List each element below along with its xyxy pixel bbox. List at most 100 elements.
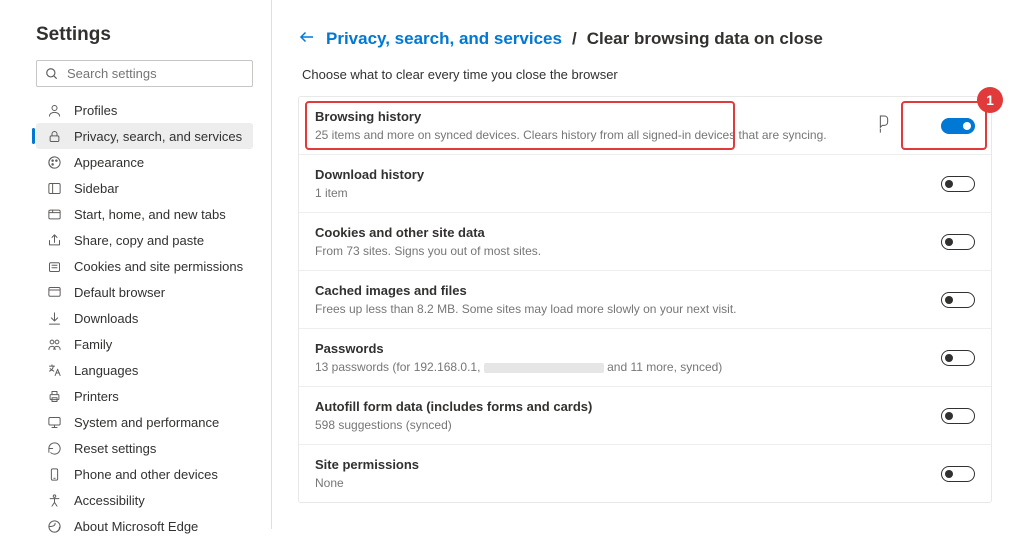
- sidebar-item-label: Family: [74, 337, 112, 352]
- sidebar-item-family[interactable]: Family: [36, 331, 253, 357]
- sidebar-item-printer[interactable]: Printers: [36, 383, 253, 409]
- toggle-switch[interactable]: [941, 466, 975, 482]
- annotation-badge: 1: [977, 87, 1003, 113]
- option-description: 598 suggestions (synced): [315, 418, 941, 432]
- printer-icon: [46, 388, 62, 404]
- sidebar-item-sidebar[interactable]: Sidebar: [36, 175, 253, 201]
- option-row: Cookies and other site data From 73 sites…: [299, 212, 991, 270]
- option-text: Browsing history 25 items and more on syn…: [315, 109, 941, 142]
- option-title: Cookies and other site data: [315, 225, 941, 240]
- option-text: Autofill form data (includes forms and c…: [315, 399, 941, 432]
- option-text: Site permissions None: [315, 457, 941, 490]
- cookies-icon: [46, 258, 62, 274]
- toggle-switch[interactable]: [941, 176, 975, 192]
- option-text: Cached images and files Frees up less tha…: [315, 283, 941, 316]
- sidebar-item-label: Profiles: [74, 103, 117, 118]
- lock-icon: [46, 128, 62, 144]
- option-description: None: [315, 476, 941, 490]
- family-icon: [46, 336, 62, 352]
- option-description: 25 items and more on synced devices. Cle…: [315, 128, 941, 142]
- toggle-switch[interactable]: [941, 408, 975, 424]
- access-icon: [46, 492, 62, 508]
- appearance-icon: [46, 154, 62, 170]
- sidebar-item-label: Appearance: [74, 155, 144, 170]
- sidebar-item-lang[interactable]: Languages: [36, 357, 253, 383]
- sidebar-item-browser[interactable]: Default browser: [36, 279, 253, 305]
- sidebar-item-label: System and performance: [74, 415, 219, 430]
- option-row: Passwords 13 passwords (for 192.168.0.1, …: [299, 328, 991, 386]
- option-row: Cached images and files Frees up less tha…: [299, 270, 991, 328]
- sidebar-item-reset[interactable]: Reset settings: [36, 435, 253, 461]
- sidebar-item-edge[interactable]: About Microsoft Edge: [36, 513, 253, 539]
- toggle-switch[interactable]: [941, 234, 975, 250]
- breadcrumb-separator: /: [572, 29, 577, 49]
- toggle-switch[interactable]: [941, 118, 975, 134]
- breadcrumb-link[interactable]: Privacy, search, and services: [326, 29, 562, 49]
- option-text: Download history 1 item: [315, 167, 941, 200]
- option-title: Browsing history: [315, 109, 941, 124]
- settings-sidebar: Settings Profiles Privacy, search, and se…: [0, 0, 272, 529]
- option-title: Autofill form data (includes forms and c…: [315, 399, 941, 414]
- share-icon: [46, 232, 62, 248]
- edge-icon: [46, 518, 62, 534]
- option-title: Cached images and files: [315, 283, 941, 298]
- search-icon: [45, 67, 59, 81]
- sidebar-item-label: Reset settings: [74, 441, 156, 456]
- sidebar-item-label: Privacy, search, and services: [74, 129, 242, 144]
- perf-icon: [46, 414, 62, 430]
- sidebar-item-phone[interactable]: Phone and other devices: [36, 461, 253, 487]
- sidebar-item-label: Downloads: [74, 311, 138, 326]
- sidebar-item-profile[interactable]: Profiles: [36, 97, 253, 123]
- settings-title: Settings: [36, 24, 253, 46]
- toggle-switch[interactable]: [941, 350, 975, 366]
- profile-icon: [46, 102, 62, 118]
- option-title: Passwords: [315, 341, 941, 356]
- sidebar-item-perf[interactable]: System and performance: [36, 409, 253, 435]
- toggle-switch[interactable]: [941, 292, 975, 308]
- sidebar-item-share[interactable]: Share, copy and paste: [36, 227, 253, 253]
- breadcrumb: Privacy, search, and services / Clear br…: [298, 28, 992, 49]
- lang-icon: [46, 362, 62, 378]
- sidebar-icon: [46, 180, 62, 196]
- option-row: Download history 1 item: [299, 154, 991, 212]
- phone-icon: [46, 466, 62, 482]
- sidebar-item-cookies[interactable]: Cookies and site permissions: [36, 253, 253, 279]
- option-title: Download history: [315, 167, 941, 182]
- reset-icon: [46, 440, 62, 456]
- settings-nav: Profiles Privacy, search, and services App…: [36, 97, 253, 539]
- sidebar-item-label: Share, copy and paste: [74, 233, 204, 248]
- sidebar-item-label: Sidebar: [74, 181, 119, 196]
- tabs-icon: [46, 206, 62, 222]
- download-icon: [46, 310, 62, 326]
- browser-icon: [46, 284, 62, 300]
- sidebar-item-label: Default browser: [74, 285, 165, 300]
- clear-data-options: Browsing history 25 items and more on syn…: [298, 96, 992, 503]
- page-subtitle: Choose what to clear every time you clos…: [302, 67, 992, 82]
- search-input[interactable]: [67, 66, 244, 81]
- option-description: Frees up less than 8.2 MB. Some sites ma…: [315, 302, 941, 316]
- option-row: Browsing history 25 items and more on syn…: [299, 97, 991, 154]
- redacted-text: [484, 363, 604, 373]
- breadcrumb-current: Clear browsing data on close: [587, 29, 823, 49]
- option-description: 1 item: [315, 186, 941, 200]
- option-description: From 73 sites. Signs you out of most sit…: [315, 244, 941, 258]
- sidebar-item-label: About Microsoft Edge: [74, 519, 198, 534]
- sidebar-item-download[interactable]: Downloads: [36, 305, 253, 331]
- option-row: Autofill form data (includes forms and c…: [299, 386, 991, 444]
- sidebar-item-tabs[interactable]: Start, home, and new tabs: [36, 201, 253, 227]
- option-text: Cookies and other site data From 73 sites…: [315, 225, 941, 258]
- option-description: 13 passwords (for 192.168.0.1, and 11 mo…: [315, 360, 941, 374]
- sidebar-item-label: Start, home, and new tabs: [74, 207, 226, 222]
- option-title: Site permissions: [315, 457, 941, 472]
- sidebar-item-label: Phone and other devices: [74, 467, 218, 482]
- settings-main: Privacy, search, and services / Clear br…: [272, 0, 1024, 529]
- sidebar-item-label: Cookies and site permissions: [74, 259, 243, 274]
- back-arrow-icon[interactable]: [298, 28, 316, 49]
- sidebar-item-label: Accessibility: [74, 493, 145, 508]
- sidebar-item-label: Printers: [74, 389, 119, 404]
- sidebar-item-appearance[interactable]: Appearance: [36, 149, 253, 175]
- search-settings-field[interactable]: [36, 60, 253, 87]
- sidebar-item-lock[interactable]: Privacy, search, and services: [36, 123, 253, 149]
- option-text: Passwords 13 passwords (for 192.168.0.1, …: [315, 341, 941, 374]
- sidebar-item-access[interactable]: Accessibility: [36, 487, 253, 513]
